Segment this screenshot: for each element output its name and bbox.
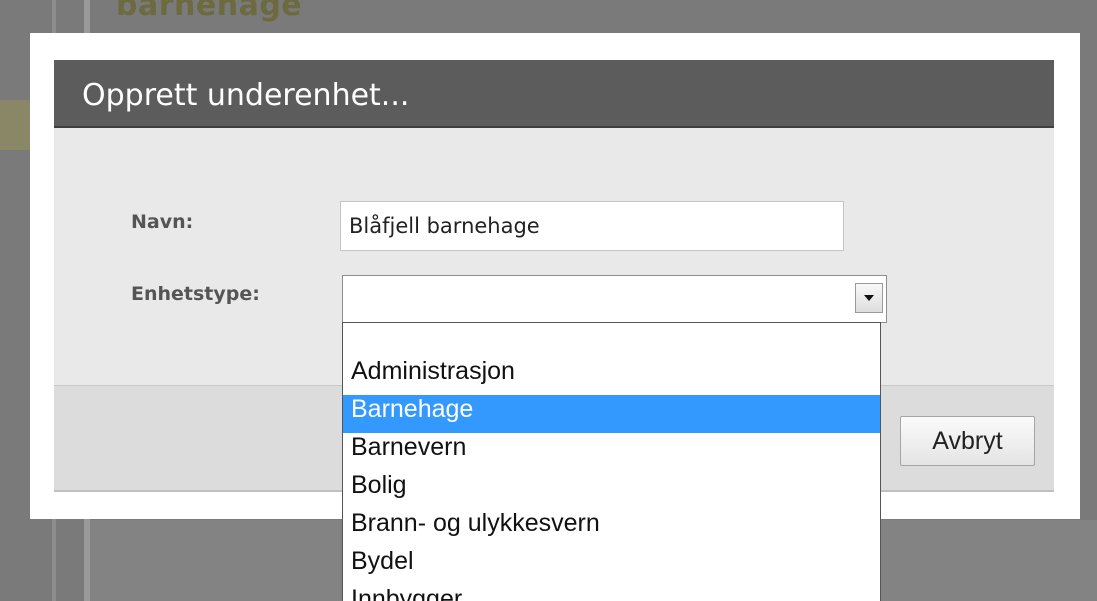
dropdown-option-empty[interactable] [343, 323, 880, 357]
dropdown-option-highlighted[interactable]: Barnehage [343, 395, 880, 433]
unit-type-label: Enhetstype: [131, 283, 260, 305]
dialog-title-bar: Opprett underenhet... [54, 60, 1054, 128]
dropdown-toggle-button[interactable] [855, 283, 883, 313]
dropdown-option[interactable]: Barnevern [343, 433, 880, 471]
name-input[interactable]: Blåfjell barnehage [340, 201, 844, 251]
dropdown-option[interactable]: Innbygger [343, 585, 880, 601]
background-heading: barnehage [116, 0, 303, 23]
chevron-down-icon [864, 295, 874, 301]
unit-type-select[interactable] [342, 275, 887, 323]
dropdown-option[interactable]: Bolig [343, 471, 880, 509]
cancel-button[interactable]: Avbryt [900, 416, 1035, 466]
name-label: Navn: [131, 211, 194, 233]
dropdown-option[interactable]: Bydel [343, 547, 880, 585]
dropdown-option[interactable]: Brann- og ulykkesvern [343, 509, 880, 547]
unit-type-dropdown-list[interactable]: Administrasjon Barnehage Barnevern Bolig… [342, 322, 881, 601]
background-sidebar-accent [0, 100, 30, 150]
dialog-title: Opprett underenhet... [82, 78, 410, 113]
dropdown-option[interactable]: Administrasjon [343, 357, 880, 395]
